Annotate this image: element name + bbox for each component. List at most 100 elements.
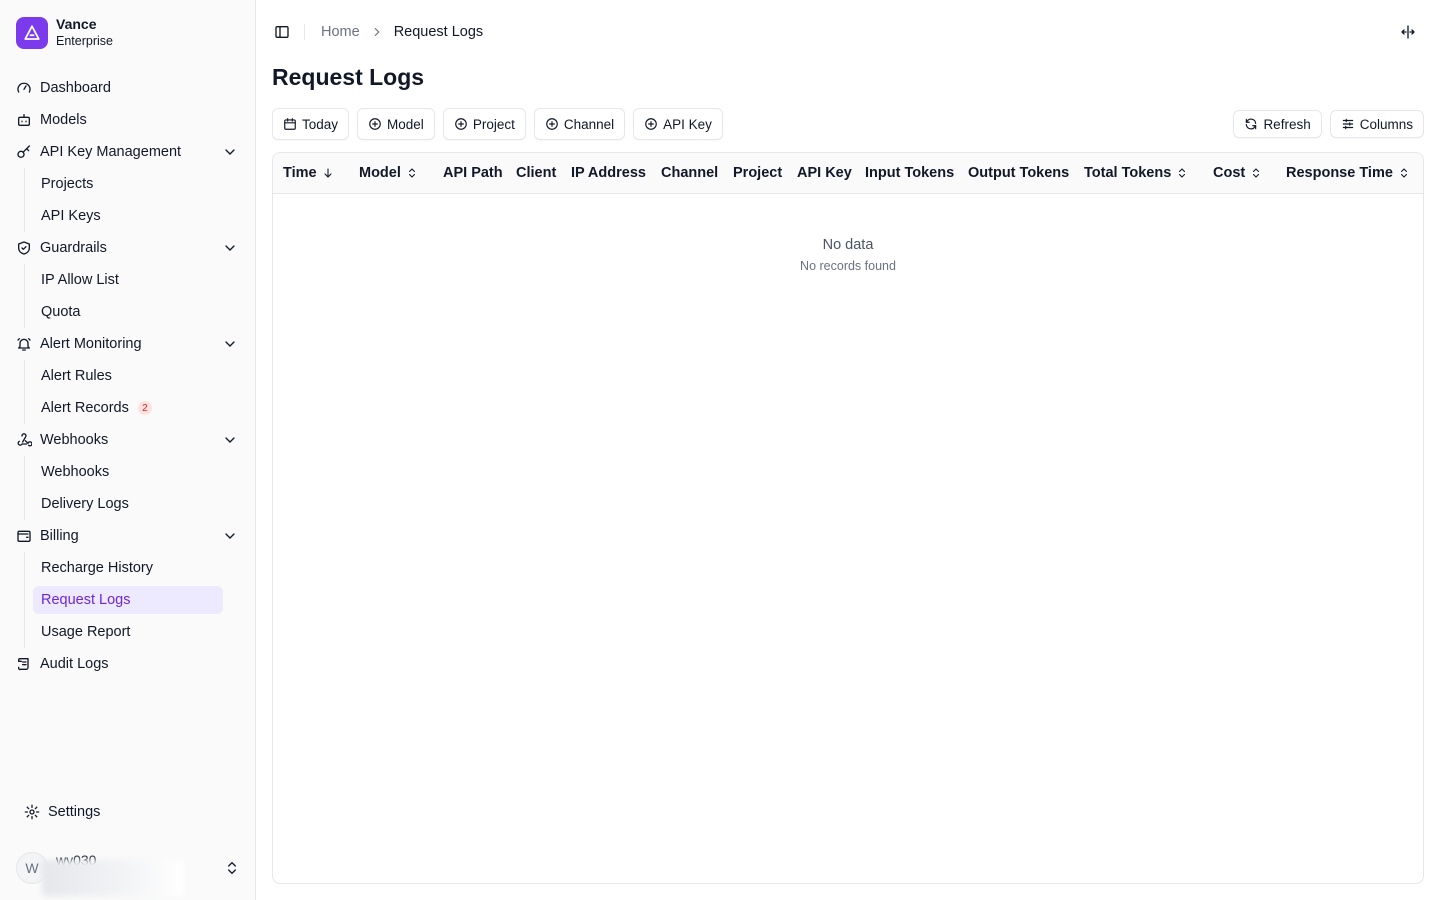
channel-filter-label: Channel — [563, 116, 615, 132]
column-header-channel: Channel — [661, 165, 719, 181]
sidebar-item-audit-logs[interactable]: Audit Logs — [8, 648, 248, 680]
chevrons-up-down-icon — [1398, 167, 1410, 179]
chevron-down-icon — [222, 336, 238, 352]
table-header: Time Model API Path Client IP Address Ch… — [273, 153, 1423, 194]
sidebar-item-webhooks[interactable]: Webhooks — [8, 424, 248, 456]
column-header-api-path: API Path — [443, 165, 503, 181]
model-filter-label: Model — [387, 116, 424, 132]
column-label: Model — [359, 165, 401, 181]
wallet-icon — [16, 528, 32, 544]
table-actions: Refresh Columns — [1233, 110, 1424, 138]
chevron-right-icon — [370, 25, 384, 39]
sidebar-item-api-keys[interactable]: API Keys — [33, 202, 223, 230]
column-label: Time — [283, 165, 317, 181]
column-header-ip-address: IP Address — [571, 165, 646, 181]
sidebar-item-label: API Key Management — [40, 144, 182, 160]
arrow-down-icon — [322, 167, 334, 179]
expand-icon[interactable] — [1400, 24, 1416, 40]
sidebar-item-alert-records[interactable]: Alert Records 2 — [33, 394, 223, 422]
column-header-client: Client — [516, 165, 557, 181]
plus-circle-icon — [545, 117, 559, 131]
chevron-down-icon — [222, 528, 238, 544]
sidebar-item-delivery-logs[interactable]: Delivery Logs — [33, 490, 223, 518]
sidebar-item-label: Alert Records — [41, 400, 129, 416]
column-header-output-tokens: Output Tokens — [968, 165, 1070, 181]
api-key-filter-button[interactable]: API Key — [633, 108, 723, 140]
chevron-down-icon — [222, 144, 238, 160]
brand-name: Vance — [56, 16, 97, 32]
project-filter-button[interactable]: Project — [442, 108, 526, 140]
submenu-guide — [24, 264, 25, 328]
column-label: Response Time — [1286, 165, 1393, 181]
refresh-button[interactable]: Refresh — [1233, 110, 1322, 138]
sidebar-item-dashboard[interactable]: Dashboard — [8, 72, 248, 104]
column-header-project: Project — [733, 165, 783, 181]
column-header-response-time[interactable]: Response Time — [1286, 153, 1410, 193]
webhook-icon — [16, 432, 32, 448]
sidebar-item-alert-rules[interactable]: Alert Rules — [33, 362, 223, 390]
breadcrumb-home[interactable]: Home — [321, 24, 360, 40]
sidebar-item-label: Dashboard — [40, 80, 111, 96]
chevron-down-icon — [222, 240, 238, 256]
columns-button[interactable]: Columns — [1329, 110, 1424, 138]
chevrons-up-down-icon — [1250, 167, 1262, 179]
sidebar-item-api-key-management[interactable]: API Key Management — [8, 136, 248, 168]
filter-bar: Today Model Project Channel API Key — [272, 108, 723, 140]
calendar-icon — [283, 117, 297, 131]
chevrons-up-down-icon — [406, 167, 418, 179]
column-label: Total Tokens — [1084, 165, 1172, 181]
sidebar-item-label: Guardrails — [40, 240, 107, 256]
empty-state-subtitle: No records found — [800, 259, 896, 273]
brand[interactable]: Vance Enterprise — [16, 16, 113, 50]
gear-icon — [24, 804, 40, 820]
shield-check-icon — [16, 240, 32, 256]
divider — [304, 24, 305, 40]
column-header-input-tokens: Input Tokens — [865, 165, 955, 181]
channel-filter-button[interactable]: Channel — [533, 108, 626, 140]
plus-circle-icon — [368, 117, 382, 131]
sidebar-item-label: Models — [40, 112, 87, 128]
sidebar-item-billing[interactable]: Billing — [8, 520, 248, 552]
sidebar-item-label: Billing — [40, 528, 79, 544]
project-filter-label: Project — [472, 116, 515, 132]
request-logs-table: Time Model API Path Client IP Address Ch… — [272, 152, 1424, 884]
sliders-icon — [1341, 117, 1355, 131]
column-header-total-tokens[interactable]: Total Tokens — [1084, 153, 1188, 193]
submenu-guide — [24, 552, 25, 648]
today-filter-button[interactable]: Today — [272, 108, 350, 140]
redacted-user-info — [42, 860, 184, 896]
brand-logo-icon — [16, 17, 48, 49]
key-icon — [16, 144, 32, 160]
column-header-time[interactable]: Time — [283, 153, 334, 193]
column-header-cost[interactable]: Cost — [1213, 153, 1262, 193]
user-menu[interactable]: W wy030 — [16, 852, 248, 896]
sidebar-item-ip-allow-list[interactable]: IP Allow List — [33, 266, 223, 294]
sidebar-item-label: Webhooks — [40, 432, 109, 448]
sidebar-item-webhooks-list[interactable]: Webhooks — [33, 458, 223, 486]
column-header-model[interactable]: Model — [359, 153, 418, 193]
api-key-filter-label: API Key — [663, 116, 712, 132]
breadcrumb-current: Request Logs — [393, 24, 484, 40]
column-label: Cost — [1213, 165, 1246, 181]
sidebar-item-guardrails[interactable]: Guardrails — [8, 232, 248, 264]
alert-count-badge: 2 — [137, 401, 152, 415]
empty-state-title: No data — [822, 237, 874, 253]
brand-subtitle: Enterprise — [56, 34, 113, 48]
sidebar-item-quota[interactable]: Quota — [33, 298, 223, 326]
sidebar-item-recharge-history[interactable]: Recharge History — [33, 554, 223, 582]
columns-label: Columns — [1359, 116, 1413, 132]
sidebar: Vance Enterprise Dashboard Models API Ke… — [0, 0, 256, 900]
plus-circle-icon — [454, 117, 468, 131]
main-content: Home Request Logs Request Logs Today Mod… — [256, 0, 1440, 900]
chevron-down-icon — [222, 432, 238, 448]
sidebar-item-alert-monitoring[interactable]: Alert Monitoring — [8, 328, 248, 360]
plus-circle-icon — [644, 117, 658, 131]
sidebar-item-usage-report[interactable]: Usage Report — [33, 618, 223, 646]
sidebar-toggle-icon[interactable] — [272, 22, 292, 42]
sidebar-item-request-logs[interactable]: Request Logs — [33, 586, 223, 614]
sidebar-item-settings[interactable]: Settings — [16, 796, 240, 828]
gauge-icon — [16, 80, 32, 96]
sidebar-item-models[interactable]: Models — [8, 104, 248, 136]
model-filter-button[interactable]: Model — [357, 108, 435, 140]
sidebar-item-projects[interactable]: Projects — [33, 170, 223, 198]
